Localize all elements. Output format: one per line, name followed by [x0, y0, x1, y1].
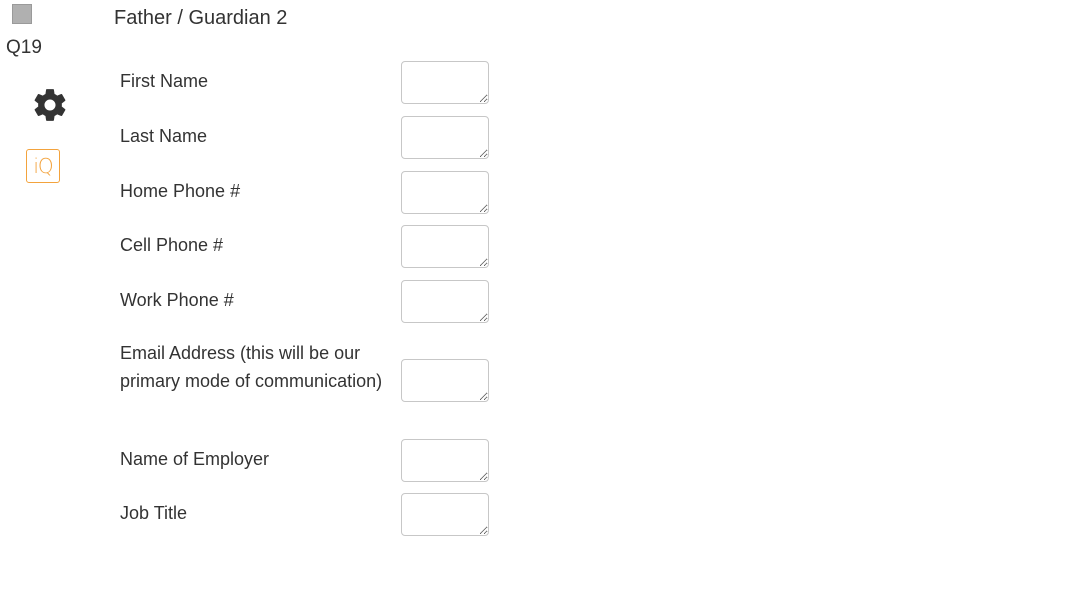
- first-name-input[interactable]: [401, 61, 489, 104]
- question-select-checkbox[interactable]: [12, 4, 32, 24]
- cell-phone-input[interactable]: [401, 225, 489, 268]
- field-label-email-address: Email Address (this will be our primary …: [120, 343, 383, 391]
- work-phone-input[interactable]: [401, 280, 489, 323]
- job-title-input[interactable]: [401, 493, 489, 536]
- field-label-first-name: First Name: [120, 71, 209, 91]
- email-address-input[interactable]: [401, 359, 489, 402]
- question-title: Father / Guardian 2: [114, 7, 288, 29]
- gear-icon[interactable]: [31, 86, 69, 124]
- field-label-work-phone: Work Phone #: [120, 290, 234, 310]
- question-toolbar: Q19 iQ: [0, 0, 90, 603]
- field-label-home-phone: Home Phone #: [120, 181, 241, 201]
- home-phone-input[interactable]: [401, 171, 489, 214]
- question-id: Q19: [6, 37, 42, 58]
- iq-badge-icon[interactable]: iQ: [26, 149, 60, 183]
- field-label-job-title: Job Title: [120, 503, 188, 523]
- field-label-cell-phone: Cell Phone #: [120, 235, 224, 255]
- last-name-input[interactable]: [401, 116, 489, 159]
- field-label-last-name: Last Name: [120, 126, 208, 146]
- field-label-employer: Name of Employer: [120, 449, 270, 469]
- employer-input[interactable]: [401, 439, 489, 482]
